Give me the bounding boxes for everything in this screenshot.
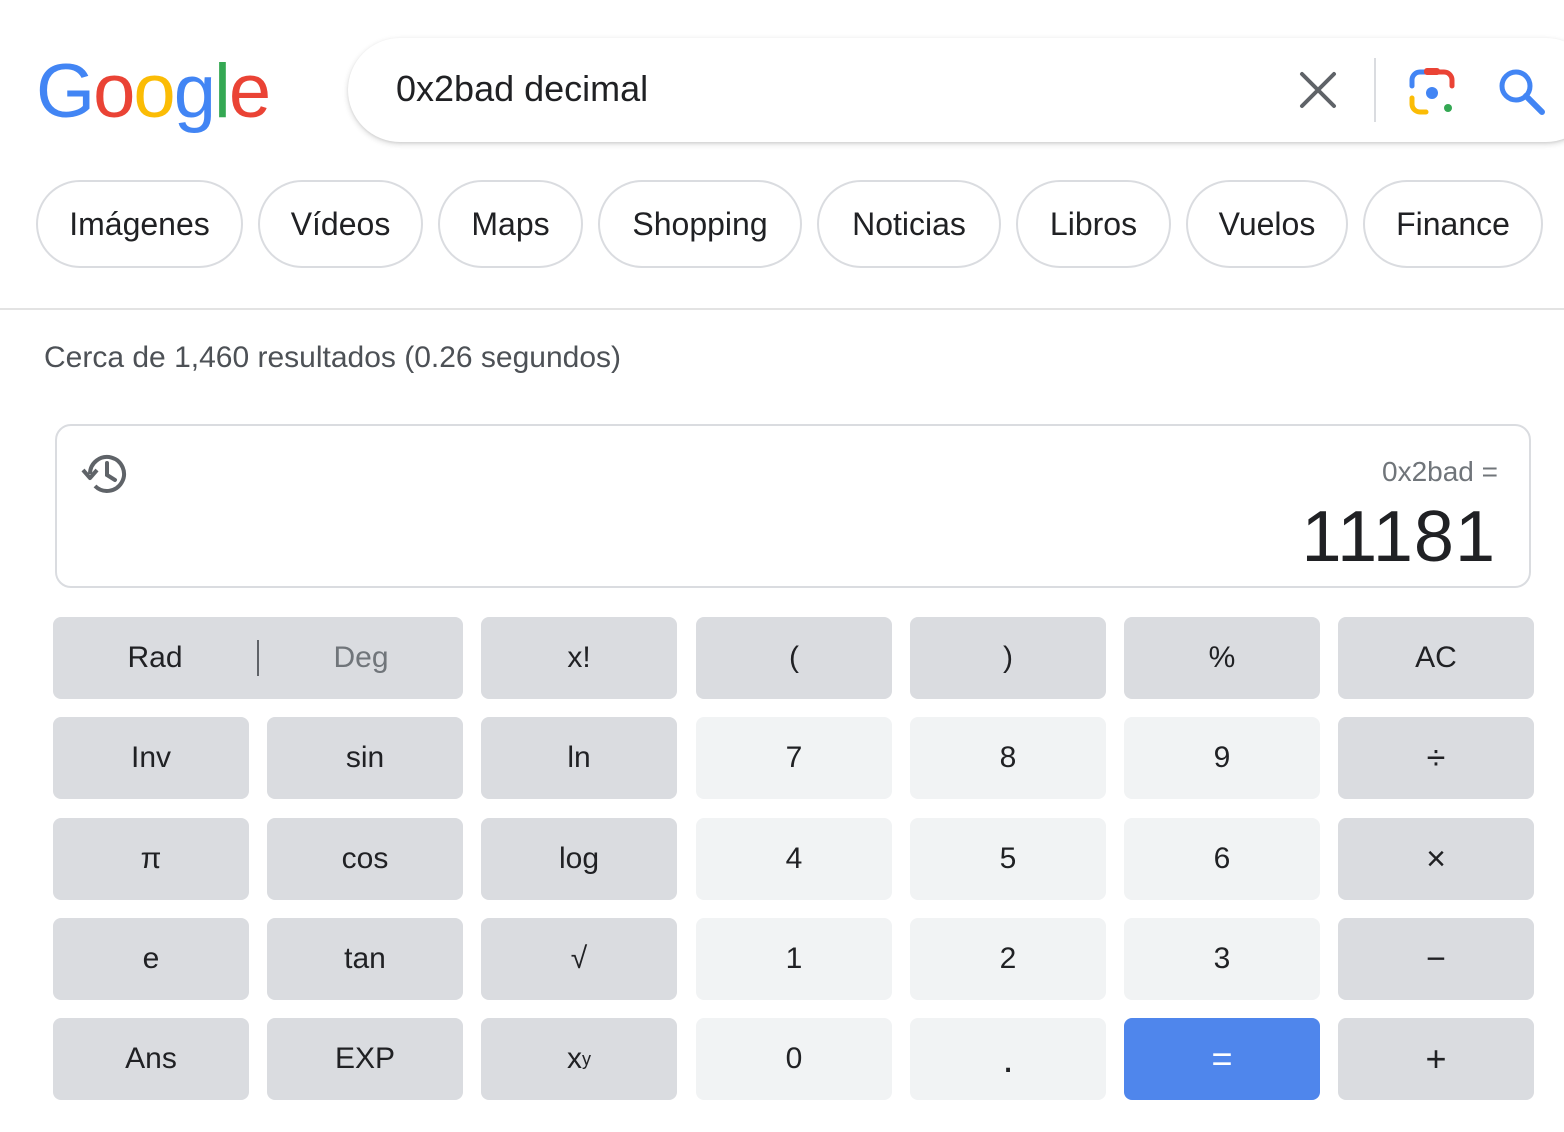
digit-4-key[interactable]: 4 [696, 818, 892, 900]
history-icon[interactable] [80, 448, 132, 500]
rad-deg-toggle[interactable]: Rad Deg [53, 617, 463, 699]
google-logo[interactable]: Google [36, 44, 271, 140]
tan-key[interactable]: tan [267, 918, 463, 1000]
pi-key[interactable]: π [53, 818, 249, 900]
euler-key[interactable]: e [53, 918, 249, 1000]
logo-letter-e: e [228, 49, 271, 134]
left-paren-key[interactable]: ( [696, 617, 892, 699]
logo-letter-o1: o [93, 49, 135, 134]
search-icon[interactable] [1494, 64, 1548, 118]
multiply-key[interactable]: × [1338, 818, 1534, 900]
google-lens-icon[interactable] [1404, 64, 1460, 120]
power-base: x [567, 1042, 582, 1075]
all-clear-key[interactable]: AC [1338, 617, 1534, 699]
digit-0-key[interactable]: 0 [696, 1018, 892, 1100]
chip-shopping[interactable]: Shopping [598, 180, 802, 268]
sqrt-key[interactable]: √ [481, 918, 677, 1000]
log-key[interactable]: log [481, 818, 677, 900]
decimal-point-key[interactable]: . [910, 1018, 1106, 1100]
divide-key[interactable]: ÷ [1338, 717, 1534, 799]
factorial-key[interactable]: x! [481, 617, 677, 699]
digit-6-key[interactable]: 6 [1124, 818, 1320, 900]
close-icon[interactable] [1296, 68, 1340, 112]
search-input[interactable]: 0x2bad decimal [396, 64, 648, 114]
digit-8-key[interactable]: 8 [910, 717, 1106, 799]
digit-5-key[interactable]: 5 [910, 818, 1106, 900]
chip-noticias[interactable]: Noticias [817, 180, 1001, 268]
results-stats: Cerca de 1,460 resultados (0.26 segundos… [44, 341, 622, 374]
rad-button[interactable]: Rad [53, 617, 257, 699]
logo-letter-o2: o [133, 49, 175, 134]
ans-key[interactable]: Ans [53, 1018, 249, 1100]
equals-key[interactable]: = [1124, 1018, 1320, 1100]
calculator-expression: 0x2bad = [1382, 456, 1498, 487]
power-key[interactable]: xy [481, 1018, 677, 1100]
chip-maps[interactable]: Maps [438, 180, 583, 268]
cos-key[interactable]: cos [267, 818, 463, 900]
digit-7-key[interactable]: 7 [696, 717, 892, 799]
inv-key[interactable]: Inv [53, 717, 249, 799]
add-key[interactable]: + [1338, 1018, 1534, 1100]
chip-finance[interactable]: Finance [1363, 180, 1543, 268]
calculator-result: 11181 [1301, 497, 1496, 577]
logo-letter-g2: g [173, 49, 216, 134]
percent-key[interactable]: % [1124, 617, 1320, 699]
search-bar-divider [1374, 58, 1376, 122]
power-exponent: y [582, 1048, 591, 1069]
chip-imagenes[interactable]: Imágenes [36, 180, 243, 268]
digit-2-key[interactable]: 2 [910, 918, 1106, 1000]
digit-1-key[interactable]: 1 [696, 918, 892, 1000]
logo-letter-l: l [213, 49, 231, 134]
chip-vuelos[interactable]: Vuelos [1186, 180, 1348, 268]
header-divider [0, 308, 1564, 310]
subtract-key[interactable]: − [1338, 918, 1534, 1000]
deg-button[interactable]: Deg [259, 617, 463, 699]
exp-key[interactable]: EXP [267, 1018, 463, 1100]
chip-videos[interactable]: Vídeos [258, 180, 423, 268]
digit-3-key[interactable]: 3 [1124, 918, 1320, 1000]
logo-letter-g: G [36, 49, 95, 134]
right-paren-key[interactable]: ) [910, 617, 1106, 699]
ln-key[interactable]: ln [481, 717, 677, 799]
chip-libros[interactable]: Libros [1016, 180, 1171, 268]
digit-9-key[interactable]: 9 [1124, 717, 1320, 799]
sin-key[interactable]: sin [267, 717, 463, 799]
